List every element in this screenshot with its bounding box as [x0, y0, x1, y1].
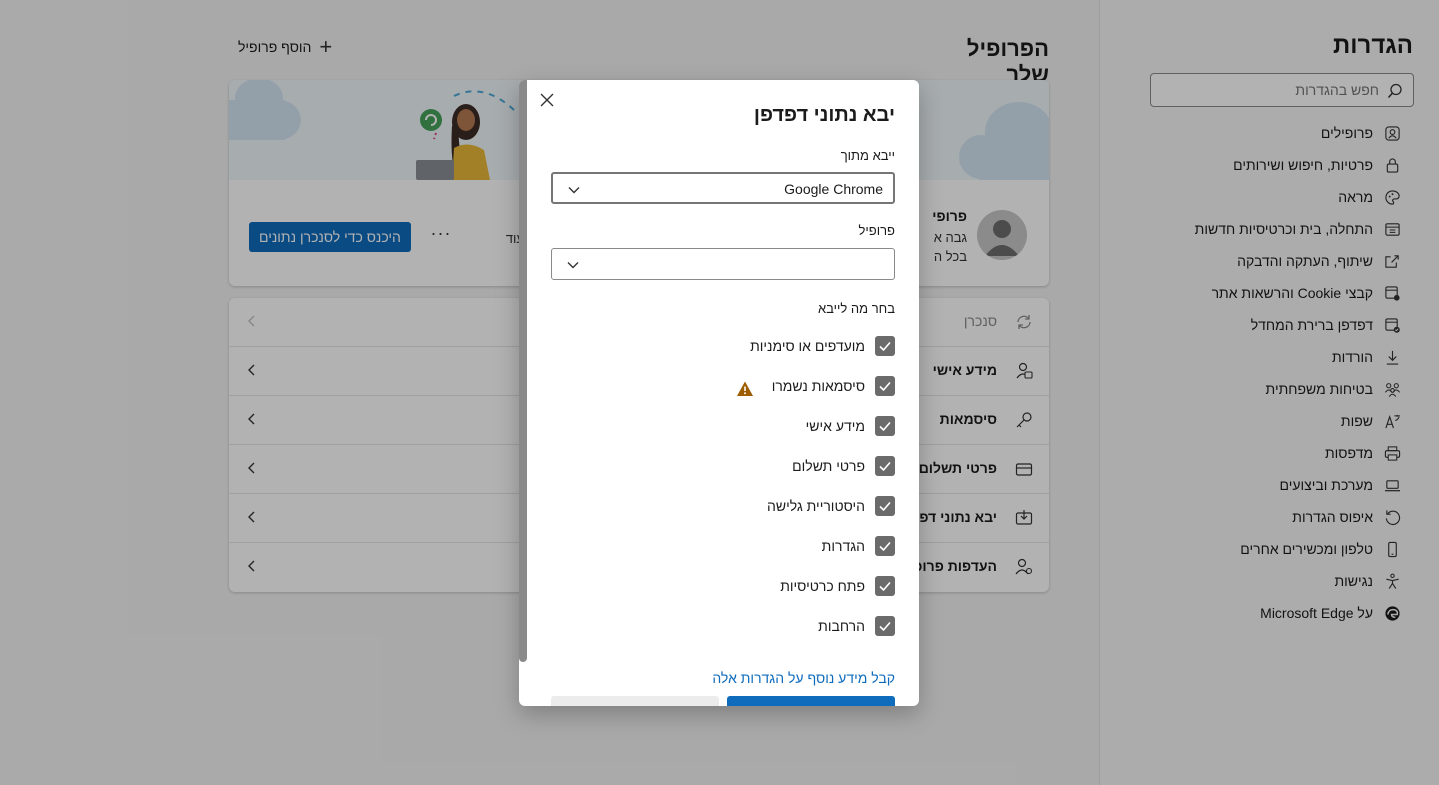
option-label: מידע אישי [805, 418, 865, 434]
checkbox-checked[interactable] [875, 456, 895, 476]
checkmark-icon [879, 341, 891, 352]
checkbox-checked[interactable] [875, 616, 895, 636]
chevron-down-icon [567, 262, 579, 269]
option-label: פתח כרטיסיות [780, 578, 865, 594]
option-label: הגדרות [821, 538, 865, 554]
option-settings[interactable]: הגדרות [822, 535, 895, 557]
dialog-scrollbar[interactable] [519, 80, 527, 662]
checkmark-icon [879, 461, 891, 472]
option-favorites[interactable]: מועדפים או סימניות [750, 335, 895, 357]
checkmark-icon [879, 621, 891, 632]
import-from-value: Google Chrome [784, 181, 883, 197]
checkmark-icon [879, 541, 891, 552]
option-label: הרחבות [818, 618, 865, 634]
checkmark-icon [879, 381, 891, 392]
import-browser-data-dialog: יבא נתוני דפדפן ייבא מתוך Google Chrome … [519, 80, 919, 706]
option-personal-info[interactable]: מידע אישי [806, 415, 895, 437]
close-icon[interactable] [535, 88, 559, 112]
option-saved-passwords[interactable]: סיסמאות נשמרו [772, 375, 895, 397]
import-from-label: ייבא מתוך [840, 148, 895, 163]
checkmark-icon [879, 501, 891, 512]
choose-what-to-import-label: בחר מה לייבא [818, 301, 895, 316]
warning-icon[interactable] [736, 380, 754, 398]
chevron-down-icon [568, 187, 580, 194]
option-payment-info[interactable]: פרטי תשלום [792, 455, 895, 477]
checkbox-checked[interactable] [875, 536, 895, 556]
checkmark-icon [879, 421, 891, 432]
checkbox-checked[interactable] [875, 336, 895, 356]
dialog-title: יבא נתוני דפדפן [753, 104, 895, 126]
option-label: מועדפים או סימניות [750, 338, 865, 354]
option-browsing-history[interactable]: היסטוריית גלישה [767, 495, 895, 517]
checkmark-icon [879, 581, 891, 592]
cancel-button[interactable] [551, 696, 719, 706]
import-from-select[interactable]: Google Chrome [551, 172, 895, 204]
option-extensions[interactable]: הרחבות [818, 615, 895, 637]
checkbox-checked[interactable] [875, 416, 895, 436]
option-open-tabs[interactable]: פתח כרטיסיות [780, 575, 895, 597]
option-label: פרטי תשלום [792, 458, 865, 474]
option-label: היסטוריית גלישה [766, 498, 865, 514]
import-button[interactable] [727, 696, 895, 706]
option-label: סיסמאות נשמרו [771, 378, 865, 394]
checkbox-checked[interactable] [875, 576, 895, 596]
profile-select[interactable] [551, 248, 895, 280]
checkbox-checked[interactable] [875, 496, 895, 516]
checkbox-checked[interactable] [875, 376, 895, 396]
learn-more-link[interactable]: קבל מידע נוסף על הגדרות אלה [712, 670, 895, 686]
profile-label: פרופיל [858, 223, 895, 238]
